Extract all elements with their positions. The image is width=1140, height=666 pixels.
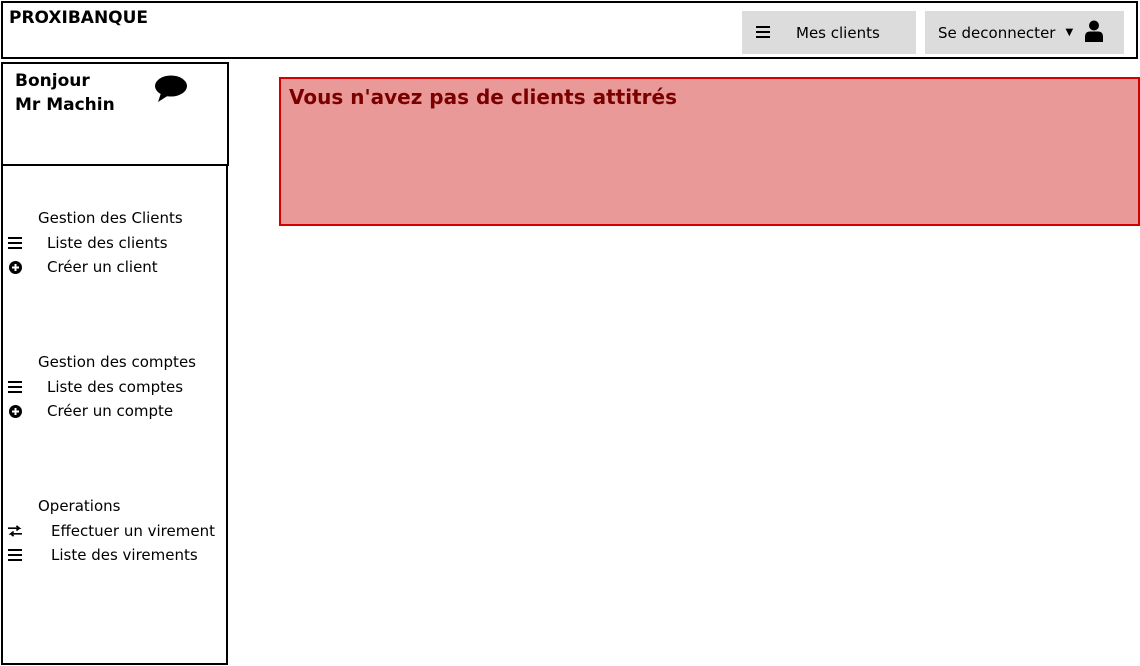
sidebar-item-transfers-list[interactable]: Liste des virements bbox=[8, 544, 198, 566]
alert-message: Vous n'avez pas de clients attitrés bbox=[289, 85, 677, 109]
section-title-clients: Gestion des Clients bbox=[38, 209, 183, 227]
sidebar-item-accounts-list[interactable]: Liste des comptes bbox=[8, 376, 183, 398]
section-title-operations: Operations bbox=[38, 497, 121, 515]
no-clients-alert: Vous n'avez pas de clients attitrés bbox=[279, 77, 1140, 226]
greeting-line1: Bonjour bbox=[15, 71, 90, 91]
sidebar-item-label: Liste des virements bbox=[51, 546, 198, 564]
menu-icon bbox=[756, 24, 770, 42]
sidebar-item-label: Liste des comptes bbox=[47, 378, 184, 396]
sidebar-item-label: Effectuer un virement bbox=[51, 522, 215, 540]
logout-dropdown-button[interactable]: Se deconnecter ▼ bbox=[925, 11, 1124, 54]
brand-logo[interactable]: PROXIBANQUE bbox=[9, 8, 148, 28]
chat-bubble-icon[interactable] bbox=[154, 75, 188, 107]
logout-label: Se deconnecter bbox=[938, 23, 1056, 42]
top-navbar: PROXIBANQUE Mes clients Se deconnecter ▼ bbox=[1, 1, 1138, 59]
plus-circle-icon bbox=[8, 404, 22, 418]
section-title-accounts: Gestion des comptes bbox=[38, 353, 196, 371]
greeting-panel: Bonjour Mr Machin bbox=[1, 62, 229, 166]
sidebar-item-clients-list[interactable]: Liste des clients bbox=[8, 232, 168, 254]
sidebar-item-label: Créer un compte bbox=[47, 402, 174, 420]
sidebar-item-create-client[interactable]: Créer un client bbox=[8, 256, 158, 278]
list-icon bbox=[8, 237, 22, 249]
greeting-user-name: Mr Machin bbox=[15, 95, 115, 115]
user-icon bbox=[1085, 20, 1104, 46]
sidebar-item-label: Créer un client bbox=[47, 258, 158, 276]
plus-circle-icon bbox=[8, 260, 22, 274]
sidebar-item-create-account[interactable]: Créer un compte bbox=[8, 400, 173, 422]
sidebar-item-make-transfer[interactable]: Effectuer un virement bbox=[8, 520, 215, 542]
my-clients-label: Mes clients bbox=[796, 23, 880, 42]
sidebar-item-label: Liste des clients bbox=[47, 234, 168, 252]
caret-down-icon: ▼ bbox=[1065, 27, 1074, 38]
sidebar: Gestion des Clients Liste des clients Cr… bbox=[1, 166, 228, 665]
list-icon bbox=[8, 549, 22, 561]
my-clients-button[interactable]: Mes clients bbox=[742, 11, 916, 54]
list-icon bbox=[8, 381, 22, 393]
transfer-icon bbox=[8, 525, 22, 537]
greeting-text: Bonjour Mr Machin bbox=[15, 69, 115, 117]
